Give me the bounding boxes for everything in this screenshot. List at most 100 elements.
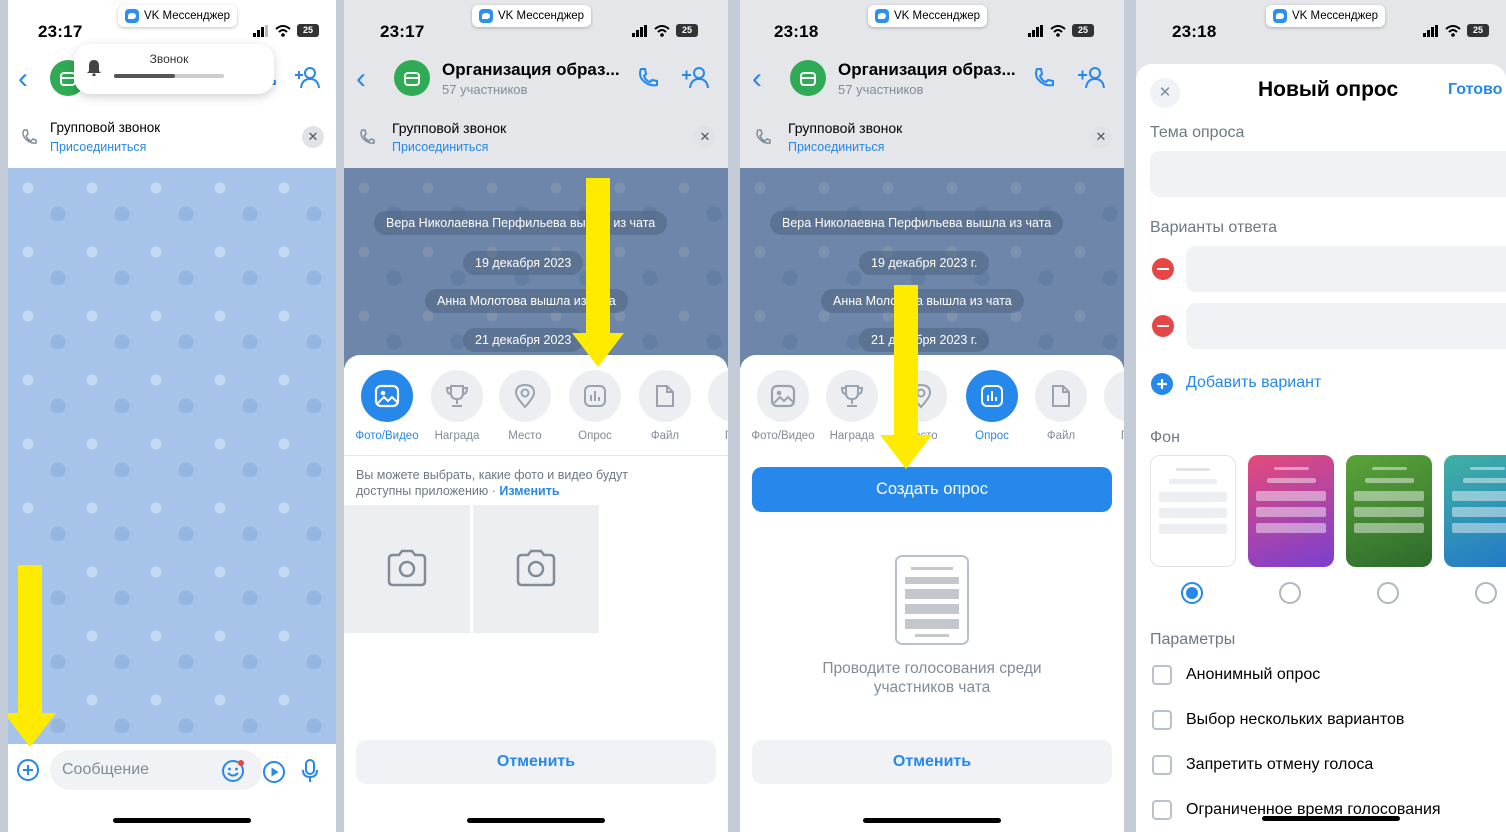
option-multiple-choice[interactable]: Выбор нескольких вариантов: [1152, 710, 1404, 730]
back-button[interactable]: ‹: [752, 64, 762, 94]
remove-option-icon[interactable]: [1152, 258, 1174, 280]
group-icon: [404, 72, 420, 86]
group-call-bar[interactable]: Групповой звонок Присоединиться ✕: [8, 110, 336, 168]
checkbox[interactable]: [1152, 665, 1172, 685]
chat-members: 57 участников: [838, 82, 924, 97]
attach-photo-video[interactable]: Фото/Видео: [352, 370, 422, 442]
chat-title[interactable]: Организация образ...: [838, 60, 1016, 80]
call-icon[interactable]: [636, 66, 660, 90]
cancel-button[interactable]: Отменить: [356, 740, 716, 784]
emoji-icon[interactable]: [220, 758, 246, 784]
attach-location[interactable]: Место: [490, 370, 560, 442]
call-title: Групповой звонок: [392, 120, 507, 136]
background-radio[interactable]: [1377, 582, 1399, 604]
add-member-icon[interactable]: [680, 66, 710, 90]
join-link[interactable]: Присоединиться: [392, 140, 488, 154]
attach-label: Опрос: [578, 430, 612, 442]
attach-label: Опрос: [975, 430, 1009, 442]
call-popup[interactable]: Звонок: [74, 44, 274, 94]
checkbox[interactable]: [1152, 800, 1172, 820]
answer-option-input[interactable]: [1186, 246, 1506, 292]
service-message: 21 декабря 2023 г.: [859, 328, 990, 352]
phone-icon: [360, 129, 375, 144]
topic-input[interactable]: [1150, 151, 1506, 197]
attach-file[interactable]: Файл: [1026, 370, 1096, 442]
background-option-white[interactable]: [1150, 455, 1236, 567]
background-radio[interactable]: [1279, 582, 1301, 604]
attach-photo-video[interactable]: Фото/Видео: [748, 370, 818, 442]
add-member-icon[interactable]: [1076, 66, 1106, 90]
location-icon: [514, 383, 536, 409]
chat-title[interactable]: Организация образ...: [442, 60, 620, 80]
app-pill: VK Мессенджер: [868, 5, 988, 27]
chat-avatar[interactable]: [394, 60, 430, 96]
group-call-bar[interactable]: Групповой звонок Присоединиться ✕: [740, 110, 1124, 168]
option-label: Запретить отмену голоса: [1186, 756, 1374, 773]
signal-icon: [253, 24, 268, 37]
status-icons: 25: [1423, 24, 1489, 37]
video-message-icon[interactable]: [262, 760, 286, 784]
volume-fill: [114, 74, 175, 78]
remove-option-icon[interactable]: [1152, 315, 1174, 337]
app-pill: VK Мессенджер: [1266, 5, 1386, 27]
background-option-teal[interactable]: [1444, 455, 1506, 567]
attach-graffiti[interactable]: Гра: [699, 370, 728, 442]
background-option-green[interactable]: [1346, 455, 1432, 567]
back-button[interactable]: ‹: [356, 64, 366, 94]
close-call-bar-button[interactable]: ✕: [694, 126, 716, 148]
attach-sheet: Фото/Видео Награда Место Опрос Файл Гра: [740, 355, 1124, 832]
option-label: Анонимный опрос: [1186, 666, 1321, 683]
answer-option-input[interactable]: [1186, 303, 1506, 349]
option-disable-revote[interactable]: Запретить отмену голоса: [1152, 755, 1373, 775]
attach-poll[interactable]: Опрос: [560, 370, 630, 442]
back-button[interactable]: ‹: [18, 64, 28, 94]
group-call-bar[interactable]: Групповой звонок Присоединиться ✕: [344, 110, 728, 168]
join-link[interactable]: Присоединиться: [50, 140, 146, 154]
cancel-button[interactable]: Отменить: [752, 740, 1112, 784]
attach-award[interactable]: Награда: [422, 370, 492, 442]
volume-bar[interactable]: [114, 74, 224, 78]
permission-change-link[interactable]: Изменить: [499, 484, 559, 498]
add-option-button[interactable]: Добавить вариант: [1186, 374, 1321, 392]
checkbox[interactable]: [1152, 755, 1172, 775]
camera-tile[interactable]: [473, 505, 599, 633]
add-attachment-icon[interactable]: [16, 758, 40, 782]
app-pill: VK Мессенджер: [472, 5, 592, 27]
option-anonymous[interactable]: Анонимный опрос: [1152, 665, 1320, 685]
wifi-icon: [275, 24, 291, 37]
attachment-row: Фото/Видео Награда Место Опрос Файл Гра: [740, 370, 1124, 450]
attach-poll[interactable]: Опрос: [957, 370, 1027, 442]
close-button[interactable]: ✕: [1150, 78, 1180, 108]
attach-graffiti[interactable]: Гра: [1095, 370, 1124, 442]
permission-text: Вы можете выбрать, какие фото и видео бу…: [356, 468, 628, 498]
battery-icon: 25: [1467, 24, 1489, 37]
attach-label: Фото/Видео: [751, 430, 815, 442]
background-option-pink[interactable]: [1248, 455, 1334, 567]
trophy-icon: [445, 385, 469, 407]
close-call-bar-button[interactable]: ✕: [302, 126, 324, 148]
join-link[interactable]: Присоединиться: [788, 140, 884, 154]
background-radio-selected[interactable]: [1181, 582, 1203, 604]
attach-award[interactable]: Награда: [817, 370, 887, 442]
call-title: Групповой звонок: [50, 120, 161, 135]
permission-note: Вы можете выбрать, какие фото и видео бу…: [356, 467, 676, 499]
chat-avatar[interactable]: [790, 60, 826, 96]
microphone-icon[interactable]: [300, 758, 320, 784]
home-indicator: [467, 818, 605, 823]
option-label: Выбор нескольких вариантов: [1186, 711, 1405, 728]
answers-label: Варианты ответа: [1150, 219, 1278, 236]
add-option-icon[interactable]: [1151, 373, 1173, 395]
checkbox[interactable]: [1152, 710, 1172, 730]
create-poll-button[interactable]: Создать опрос: [752, 467, 1112, 512]
poll-icon: [584, 385, 606, 407]
close-call-bar-button[interactable]: ✕: [1090, 126, 1112, 148]
camera-tile[interactable]: [344, 505, 470, 633]
call-icon[interactable]: [1032, 66, 1056, 90]
add-member-icon[interactable]: [294, 66, 320, 90]
attach-file[interactable]: Файл: [630, 370, 700, 442]
background-radio[interactable]: [1475, 582, 1497, 604]
attach-label: Награда: [434, 430, 480, 442]
done-button[interactable]: Готово: [1448, 81, 1502, 99]
camera-icon: [387, 549, 427, 587]
service-message: 21 декабря 2023: [463, 328, 584, 352]
